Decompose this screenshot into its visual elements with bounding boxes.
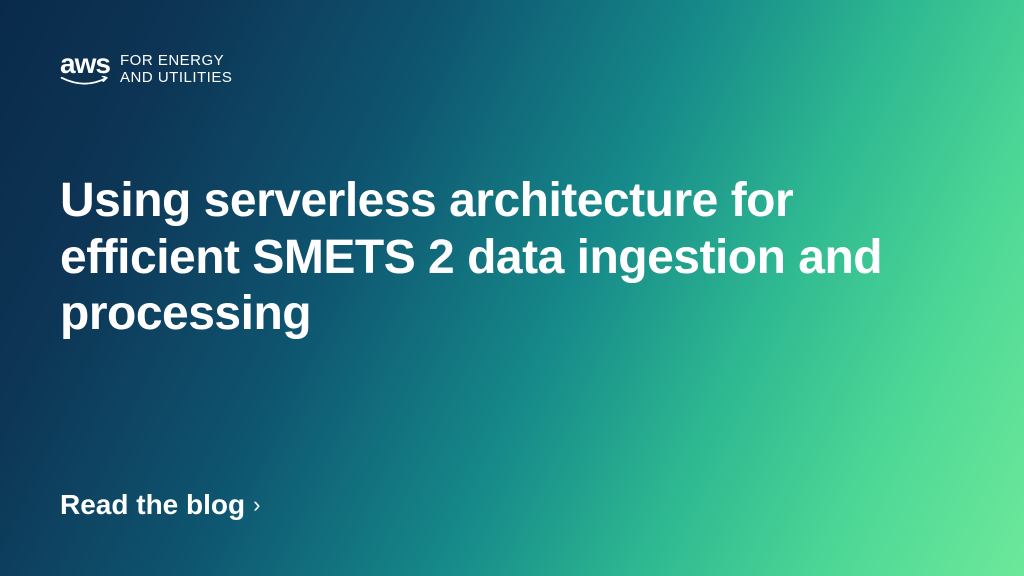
promo-banner: aws FOR ENERGY AND UTILITIES Using serve… bbox=[0, 0, 1024, 576]
chevron-right-icon: › bbox=[253, 492, 260, 518]
logo-subtitle-line1: FOR ENERGY bbox=[120, 52, 232, 69]
cta-label: Read the blog bbox=[60, 489, 245, 521]
aws-brand-text: aws bbox=[60, 50, 110, 78]
aws-smile-icon bbox=[60, 76, 110, 88]
logo-section: aws FOR ENERGY AND UTILITIES bbox=[60, 50, 964, 88]
headline: Using serverless architecture for effici… bbox=[60, 173, 930, 343]
logo-subtitle: FOR ENERGY AND UTILITIES bbox=[120, 52, 232, 87]
read-blog-link[interactable]: Read the blog › bbox=[60, 489, 260, 521]
logo-subtitle-line2: AND UTILITIES bbox=[120, 69, 232, 86]
aws-logo: aws bbox=[60, 50, 110, 88]
